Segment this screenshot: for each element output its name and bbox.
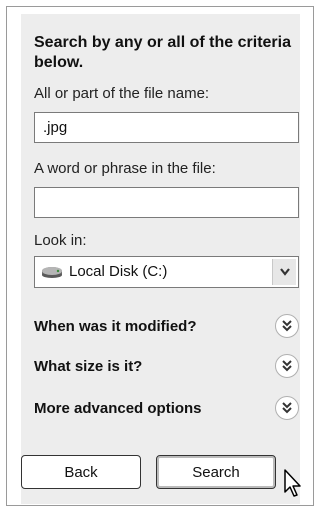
option-advanced-label: More advanced options [34,400,202,417]
option-modified-label: When was it modified? [34,318,197,335]
look-in-value: Local Disk (C:) [69,263,168,280]
double-chevron-down-icon [282,360,292,372]
option-size-label: What size is it? [34,358,143,375]
back-button[interactable]: Back [21,455,141,489]
dropdown-arrow-button[interactable] [272,259,296,285]
hard-disk-icon [42,267,62,278]
search-button[interactable]: Search [156,455,276,489]
expand-advanced-button[interactable] [275,396,299,420]
option-modified[interactable]: When was it modified? [34,314,299,342]
double-chevron-down-icon [282,320,292,332]
search-heading: Search by any or all of the criteria bel… [34,34,291,71]
option-size[interactable]: What size is it? [34,354,299,382]
expand-modified-button[interactable] [275,314,299,338]
option-advanced[interactable]: More advanced options [34,396,299,424]
double-chevron-down-icon [282,402,292,414]
phrase-input[interactable] [34,187,299,218]
look-in-label: Look in: [34,232,87,249]
filename-input[interactable] [34,112,299,143]
filename-label: All or part of the file name: [34,85,210,102]
mouse-pointer-icon [284,469,301,497]
chevron-down-icon [280,268,290,276]
phrase-label: A word or phrase in the file: [34,160,216,177]
search-panel: Search by any or all of the criteria bel… [21,14,300,504]
expand-size-button[interactable] [275,354,299,378]
look-in-dropdown[interactable]: Local Disk (C:) [34,256,299,288]
